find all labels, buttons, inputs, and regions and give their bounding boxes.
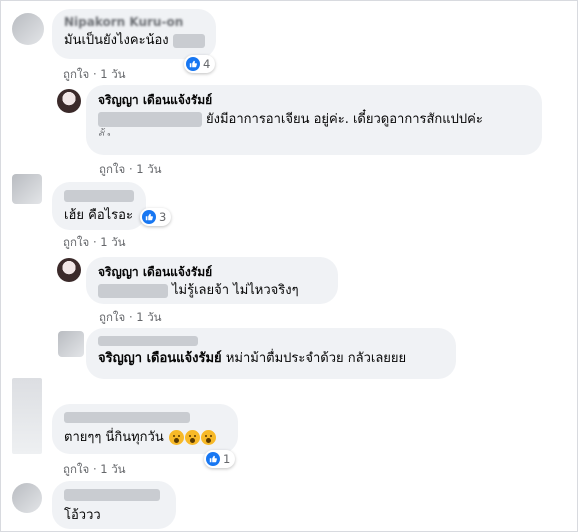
- reaction-count[interactable]: 4: [184, 55, 216, 73]
- comment-meta: ถูกใจ · 1 วัน: [63, 461, 126, 479]
- comment-bubble: ตายๆๆ นี่กินทุกวัน: [52, 404, 238, 454]
- comment-bubble: จริญญา เดือนแจ้งรัมย์ หม่าม้าตื่มประจำด้…: [86, 328, 456, 379]
- like-link[interactable]: ถูกใจ: [63, 462, 89, 476]
- comment-bubble: จริญญา เดือนแจ้งรัมย์ ไม่รู้เลยจ้า ไม่ไห…: [86, 257, 338, 304]
- blurred-author: [64, 190, 134, 202]
- avatar[interactable]: [12, 483, 42, 513]
- reaction-number: 3: [159, 210, 167, 224]
- comment-bubble: โอ้ววว: [52, 481, 176, 529]
- comment-text-line2: ยั้ง: [98, 129, 111, 143]
- comment-text: ไม่รู้เลยจ้า ไม่ไหวจริงๆ: [98, 282, 326, 299]
- meta-separator: ·: [128, 162, 133, 176]
- blurred-mention: [98, 283, 168, 298]
- scream-emoji-icon: [200, 430, 216, 445]
- thumbs-up-icon: [142, 210, 156, 224]
- meta-separator: ·: [128, 310, 133, 324]
- reaction-number: 1: [223, 452, 231, 466]
- comment-time[interactable]: 1 วัน: [136, 162, 161, 176]
- reaction-count[interactable]: 1: [204, 450, 236, 468]
- comment-text-content: มันเป็นยังไงคะน้อง: [64, 33, 169, 48]
- blurred-mention: [172, 33, 205, 48]
- avatar[interactable]: [12, 13, 44, 45]
- scream-emoji-icon: [184, 430, 200, 445]
- avatar[interactable]: [12, 378, 42, 454]
- comment-text-content: ยังมีอาการอาเจียน อยู่ค่ะ. เดี๋ยวดูอาการ…: [206, 112, 483, 127]
- comment-meta: ถูกใจ · 1 วัน: [63, 66, 126, 84]
- like-link[interactable]: ถูกใจ: [63, 67, 89, 81]
- comment-bubble: เฮ้ย คือไรอะ: [52, 182, 146, 230]
- scream-emoji-icon: [168, 430, 184, 445]
- comment-meta: ถูกใจ · 1 วัน: [99, 161, 162, 179]
- avatar[interactable]: [12, 174, 42, 204]
- comment-text: โอ้ววว: [64, 508, 101, 523]
- comment-time[interactable]: 1 วัน: [100, 235, 125, 249]
- comment-text: ตายๆๆ นี่กินทุกวัน: [64, 429, 226, 446]
- blurred-author: [98, 336, 198, 346]
- blurred-author: [64, 412, 190, 423]
- comment-text: ยังมีอาการอาเจียน อยู่ค่ะ. เดี๋ยวดูอาการ…: [98, 111, 530, 128]
- meta-separator: ·: [92, 462, 97, 476]
- comment-text-content: ตายๆๆ นี่กินทุกวัน: [64, 430, 164, 445]
- comment-text-content: หม่าม้าตื่มประจำด้วย กลัวเลยยย: [225, 351, 407, 366]
- like-link[interactable]: ถูกใจ: [99, 310, 125, 324]
- comment-text-content: ไม่รู้เลยจ้า ไม่ไหวจริงๆ: [172, 283, 299, 298]
- comment-time[interactable]: 1 วัน: [136, 310, 161, 324]
- blurred-author: [64, 489, 160, 501]
- avatar[interactable]: [57, 258, 81, 282]
- meta-separator: ·: [92, 67, 97, 81]
- avatar[interactable]: [58, 331, 84, 357]
- reaction-number: 4: [203, 57, 211, 71]
- comment-author[interactable]: Nipakorn Kuru-on: [64, 15, 204, 30]
- like-link[interactable]: ถูกใจ: [99, 162, 125, 176]
- thumbs-up-icon: [186, 57, 200, 71]
- blurred-mention: [98, 112, 202, 127]
- comment-text: เฮ้ย คือไรอะ: [64, 208, 133, 223]
- comment-bubble: Nipakorn Kuru-on มันเป็นยังไงคะน้อง: [52, 9, 216, 59]
- avatar[interactable]: [57, 89, 81, 113]
- comment-author[interactable]: จริญญา เดือนแจ้งรัมย์: [98, 265, 326, 280]
- comment-meta: ถูกใจ · 1 วัน: [63, 234, 126, 252]
- like-link[interactable]: ถูกใจ: [63, 235, 89, 249]
- comment-author[interactable]: จริญญา เดือนแจ้งรัมย์: [98, 93, 530, 108]
- comment-meta: ถูกใจ · 1 วัน: [99, 309, 162, 327]
- comment-time[interactable]: 1 วัน: [100, 462, 125, 476]
- comment-author[interactable]: จริญญา เดือนแจ้งรัมย์: [98, 351, 222, 366]
- comment-text: มันเป็นยังไงคะน้อง: [64, 32, 205, 49]
- comment-bubble: จริญญา เดือนแจ้งรัมย์ ยังมีอาการอาเจียน …: [86, 85, 542, 155]
- comment-time[interactable]: 1 วัน: [100, 67, 125, 81]
- thumbs-up-icon: [206, 452, 220, 466]
- comment-text: จริญญา เดือนแจ้งรัมย์ หม่าม้าตื่มประจำด้…: [98, 350, 444, 367]
- reaction-count[interactable]: 3: [140, 208, 172, 226]
- meta-separator: ·: [92, 235, 97, 249]
